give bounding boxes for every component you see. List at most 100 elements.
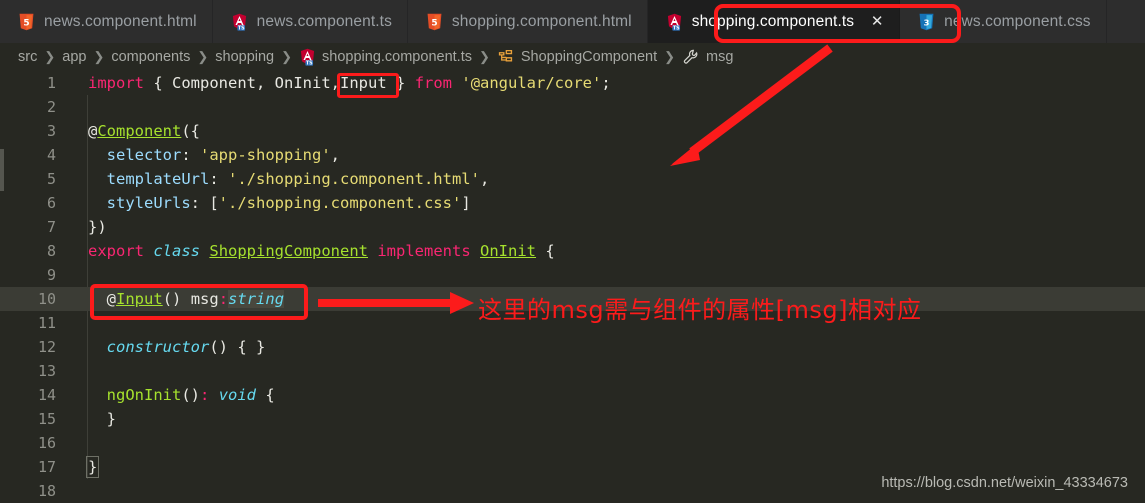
code-line[interactable]: 16 xyxy=(0,431,1145,455)
code-token: import xyxy=(88,74,144,92)
breadcrumb-label: app xyxy=(62,49,87,65)
line-number: 16 xyxy=(37,434,56,452)
code-token: () { } xyxy=(209,338,266,356)
editor-tab-news-component-ts[interactable]: TS news.component.ts xyxy=(212,0,408,43)
svg-text:TS: TS xyxy=(306,61,313,66)
code-line-text[interactable]: @Component({ xyxy=(72,119,1145,143)
breadcrumb-separator: ❯ xyxy=(93,49,105,64)
breadcrumb: src ❯ app ❯ components ❯ shopping ❯ TS shopping.c… xyxy=(0,43,1145,71)
code-token: , xyxy=(256,74,275,92)
code-token: msg xyxy=(190,290,219,308)
editor-tab-label: shopping.component.html xyxy=(451,12,632,30)
close-icon[interactable]: ✕ xyxy=(870,14,884,29)
code-token: ShoppingComponent xyxy=(209,242,368,260)
line-number: 17 xyxy=(37,458,56,476)
code-token: , xyxy=(479,170,490,188)
code-line-text[interactable]: }) xyxy=(72,215,1145,239)
svg-text:TS: TS xyxy=(238,25,245,30)
code-token: export xyxy=(88,242,144,260)
line-number: 3 xyxy=(46,122,56,140)
code-line[interactable]: 6 styleUrls: ['./shopping.component.css'… xyxy=(0,191,1145,215)
line-number: 11 xyxy=(37,314,56,332)
breadcrumb-separator: ❯ xyxy=(478,49,490,64)
breadcrumb-label: components xyxy=(111,49,191,65)
code-token: './shopping.component.html' xyxy=(228,170,480,188)
code-line-text[interactable]: styleUrls: ['./shopping.component.css'] xyxy=(72,191,1145,215)
breadcrumb-item-msg[interactable]: msg xyxy=(682,48,733,67)
line-number: 12 xyxy=(37,338,56,356)
code-token: }) xyxy=(88,218,107,236)
editor-tab-shopping-component-ts[interactable]: TS shopping.component.ts ✕ xyxy=(647,0,901,43)
code-token: @ xyxy=(106,290,117,308)
breadcrumb-item-app[interactable]: app xyxy=(62,49,86,65)
code-token: : xyxy=(200,386,210,404)
code-line[interactable]: 4 selector: 'app-shopping', xyxy=(0,143,1145,167)
code-line-text[interactable]: export class ShoppingComponent implement… xyxy=(72,239,1145,263)
line-number: 15 xyxy=(37,410,56,428)
code-line[interactable]: 1 import { Component, OnInit,Input } from… xyxy=(0,71,1145,95)
breadcrumb-item-shopping[interactable]: shopping xyxy=(215,49,274,65)
code-token: } xyxy=(85,456,100,478)
editor-tab-label: news.component.html xyxy=(44,12,197,30)
breadcrumb-item-src[interactable]: src xyxy=(18,49,37,65)
breadcrumb-item-shopping-component-ts[interactable]: TS shopping.component.ts xyxy=(299,48,472,66)
code-line[interactable]: 3 @Component({ xyxy=(0,119,1145,143)
code-lines-container[interactable]: 1 import { Component, OnInit,Input } from… xyxy=(0,71,1145,503)
editor-tab-label: news.component.css xyxy=(944,12,1091,30)
code-token: } xyxy=(88,410,116,428)
code-line-text[interactable]: ngOnInit(): void { xyxy=(72,383,1145,407)
editor-tab-news-component-css[interactable]: 3 news.component.css xyxy=(900,0,1107,43)
breadcrumb-label: msg xyxy=(706,49,734,65)
line-number: 6 xyxy=(46,194,56,212)
breadcrumb-label: ShoppingComponent xyxy=(520,49,658,65)
code-line[interactable]: 14 ngOnInit(): void { xyxy=(0,383,1145,407)
code-line-text[interactable]: selector: 'app-shopping', xyxy=(72,143,1145,167)
code-token: '@angular/core' xyxy=(461,74,602,92)
breadcrumb-separator: ❯ xyxy=(281,49,293,64)
editor-tab-news-component-html[interactable]: 5 news.component.html xyxy=(0,0,213,43)
breadcrumb-separator: ❯ xyxy=(44,49,56,64)
code-line[interactable]: 7}) xyxy=(0,215,1145,239)
line-number: 13 xyxy=(37,362,56,380)
code-line-text[interactable]: templateUrl: './shopping.component.html'… xyxy=(72,167,1145,191)
code-token: , xyxy=(330,74,341,92)
breadcrumb-item-components[interactable]: components xyxy=(111,49,190,65)
angular-ts-file-icon: TS xyxy=(231,13,248,31)
code-line[interactable]: 5 templateUrl: './shopping.component.htm… xyxy=(0,167,1145,191)
line-number: 7 xyxy=(46,218,56,236)
editor-tab-label: shopping.component.ts xyxy=(691,12,855,30)
code-line[interactable]: 2 xyxy=(0,95,1145,119)
angular-ts-file-icon: TS xyxy=(299,48,316,66)
code-token: Component xyxy=(172,74,256,92)
code-token: class xyxy=(153,242,201,260)
code-token: : xyxy=(218,290,229,308)
breadcrumb-item-ShoppingComponent[interactable]: ShoppingComponent xyxy=(497,48,657,67)
html5-file-icon: 5 xyxy=(18,13,35,31)
code-token: from xyxy=(414,74,453,92)
code-line[interactable]: 13 xyxy=(0,359,1145,383)
code-line[interactable]: 15 } xyxy=(0,407,1145,431)
code-token: void xyxy=(218,386,257,404)
code-token: 'app-shopping' xyxy=(200,146,331,164)
editor-tab-shopping-component-html[interactable]: 5 shopping.component.html xyxy=(407,0,648,43)
code-line[interactable]: 9 xyxy=(0,263,1145,287)
code-line[interactable]: 8 export class ShoppingComponent implemen… xyxy=(0,239,1145,263)
line-number: 2 xyxy=(46,98,56,116)
code-token: string xyxy=(228,290,285,308)
code-editor[interactable]: 1 import { Component, OnInit,Input } from… xyxy=(0,71,1145,503)
code-token: () xyxy=(162,290,191,308)
code-token: templateUrl xyxy=(106,170,210,188)
code-line-text[interactable]: } xyxy=(72,407,1145,431)
code-token: Component xyxy=(97,122,182,140)
code-line-text[interactable]: constructor() { } xyxy=(72,335,1145,359)
breadcrumb-separator: ❯ xyxy=(664,49,676,64)
code-line[interactable]: 12 constructor() { } xyxy=(0,335,1145,359)
editor-tab-bar: 5 news.component.html TS news.component.ts 5… xyxy=(0,0,1145,43)
code-line-text[interactable]: import { Component, OnInit,Input } from … xyxy=(72,71,1145,95)
code-token: './shopping.component.css' xyxy=(218,194,462,212)
